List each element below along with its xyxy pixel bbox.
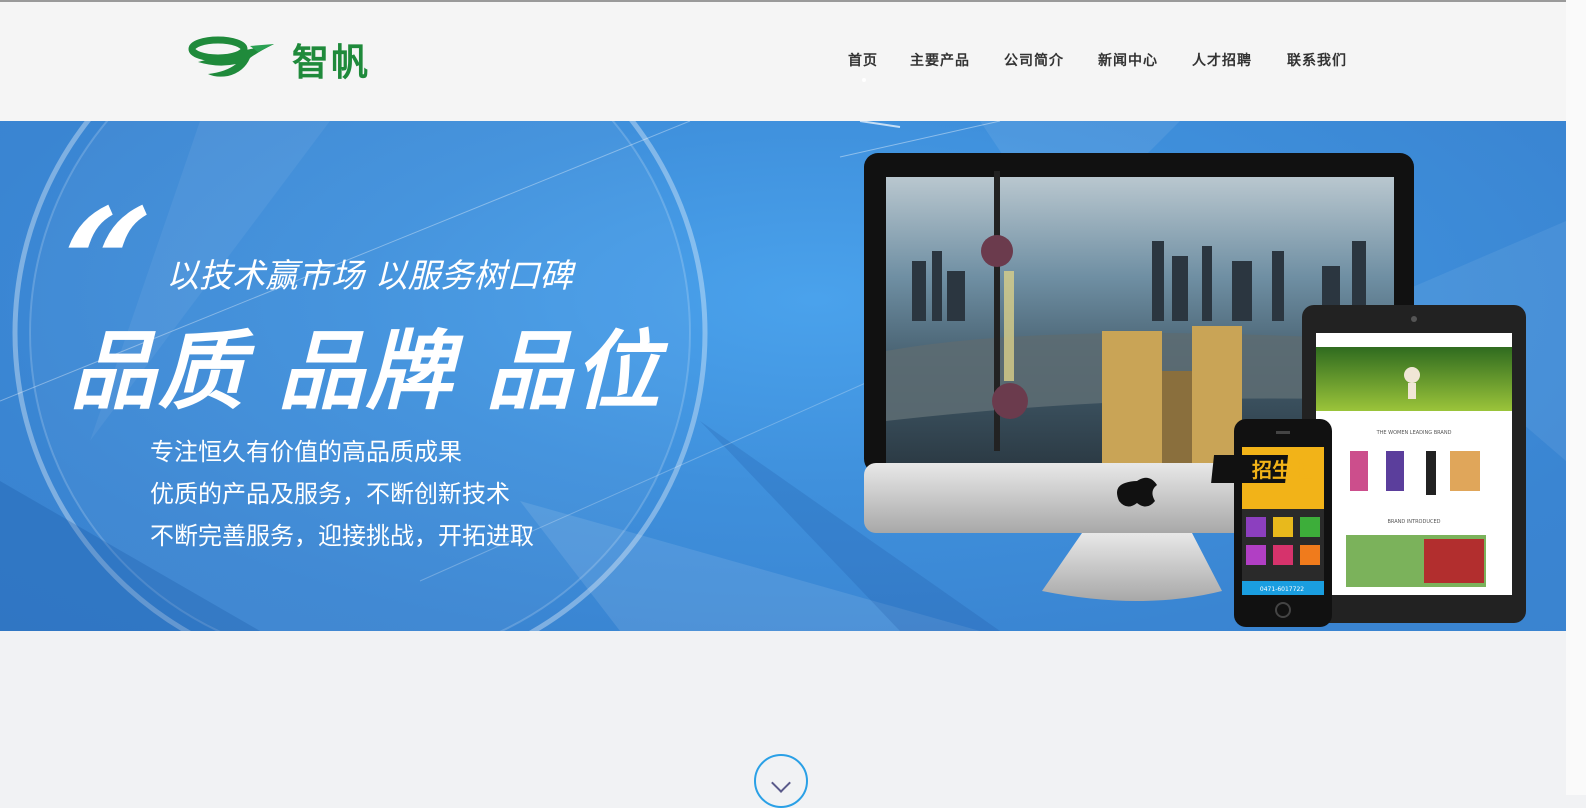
phone-screen-title: 招生啦 bbox=[1252, 458, 1312, 482]
banner-line-1: 专注恒久有价值的高品质成果 bbox=[150, 438, 462, 466]
hero-banner: “ 以技术赢市场 以服务树口碑 品质 品牌 品位 专注恒久有价值的高品质成果 优… bbox=[0, 121, 1566, 631]
site-header: 智帆 首页 主要产品 公司简介 新闻中心 人才招聘 联系我们 bbox=[0, 2, 1586, 121]
banner-line-2: 优质的产品及服务，不断创新技术 bbox=[150, 480, 510, 508]
nav-active-indicator bbox=[862, 78, 866, 82]
right-edge bbox=[1566, 0, 1586, 795]
nav-item-news[interactable]: 新闻中心 bbox=[1098, 50, 1158, 70]
tablet-intro-text: BRAND INTRODUCED bbox=[1388, 519, 1441, 525]
scroll-down-button[interactable] bbox=[754, 754, 808, 808]
nav-item-contact[interactable]: 联系我们 bbox=[1287, 50, 1347, 70]
tablet-mockup: THE WOMEN LEADING BRAND BRAND INTRODUCED bbox=[1302, 305, 1526, 623]
banner-headline: 品质 品牌 品位 bbox=[70, 322, 662, 422]
banner-line-3: 不断完善服务，迎接挑战，开拓进取 bbox=[150, 522, 534, 550]
brand-name: 智帆 bbox=[292, 41, 370, 84]
tablet-brand-text: THE WOMEN LEADING BRAND bbox=[1376, 430, 1452, 436]
nav-item-products[interactable]: 主要产品 bbox=[910, 50, 970, 70]
device-mockups: THE WOMEN LEADING BRAND BRAND INTRODUCED… bbox=[864, 153, 1526, 627]
swoosh-logo-icon bbox=[188, 36, 274, 77]
nav-item-home[interactable]: 首页 bbox=[848, 50, 878, 70]
banner-slogan: 以技术赢市场 以服务树口碑 bbox=[166, 256, 573, 295]
phone-footer-text: 0471-6017722 bbox=[1260, 586, 1304, 593]
nav-item-about[interactable]: 公司简介 bbox=[1004, 50, 1064, 70]
chevron-down-icon bbox=[771, 773, 791, 793]
nav-item-careers[interactable]: 人才招聘 bbox=[1192, 50, 1252, 70]
